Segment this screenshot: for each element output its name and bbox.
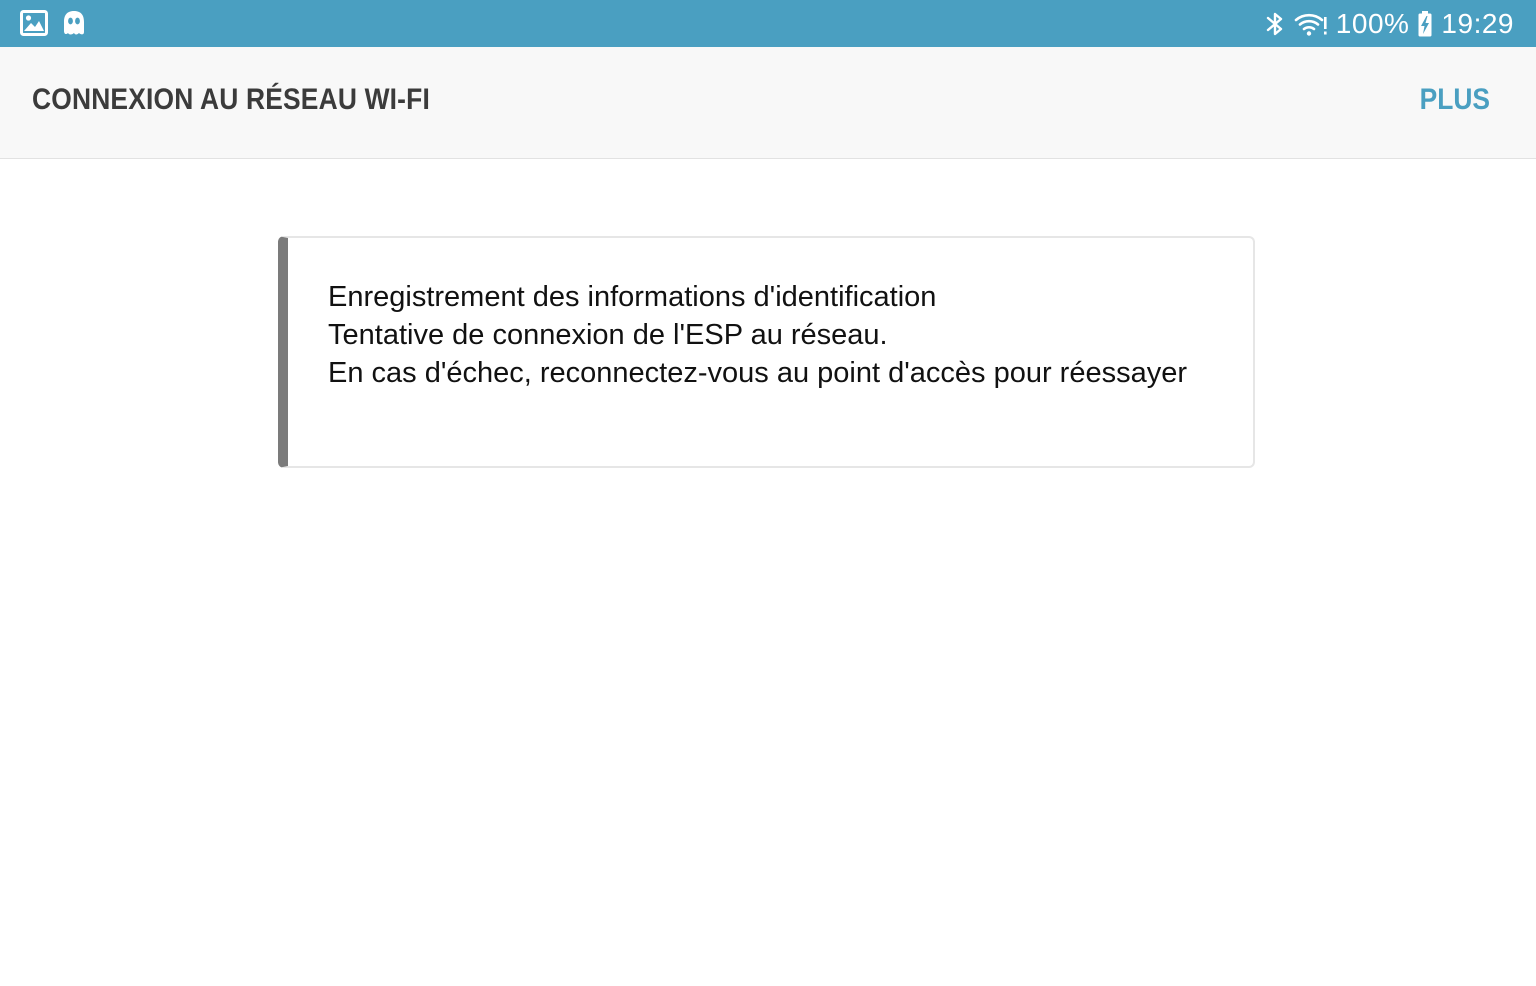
message-line-connecting: Tentative de connexion de l'ESP au résea… bbox=[328, 319, 888, 351]
status-bar: 100% 19:29 bbox=[0, 0, 1536, 47]
bluetooth-icon bbox=[1264, 10, 1286, 38]
status-right-icons: 100% 19:29 bbox=[1264, 0, 1514, 47]
wifi-icon bbox=[1294, 11, 1328, 37]
more-button[interactable]: PLUS bbox=[1420, 83, 1490, 117]
ghost-app-icon bbox=[62, 10, 86, 36]
battery-percent: 100% bbox=[1335, 7, 1410, 39]
battery-charging-icon bbox=[1417, 10, 1433, 38]
status-message: Enregistrement des informations d'identi… bbox=[328, 278, 1213, 392]
status-time: 19:29 bbox=[1441, 7, 1514, 39]
status-left-icons bbox=[20, 8, 86, 38]
app-bar: CONNEXION AU RÉSEAU WI-FI PLUS bbox=[0, 47, 1536, 159]
status-message-card: Enregistrement des informations d'identi… bbox=[278, 236, 1255, 468]
message-line-retry: En cas d'échec, reconnectez-vous au poin… bbox=[328, 357, 1187, 389]
gallery-icon bbox=[20, 10, 48, 36]
message-line-credentials: Enregistrement des informations d'identi… bbox=[328, 281, 937, 313]
page-title: CONNEXION AU RÉSEAU WI-FI bbox=[32, 83, 430, 116]
